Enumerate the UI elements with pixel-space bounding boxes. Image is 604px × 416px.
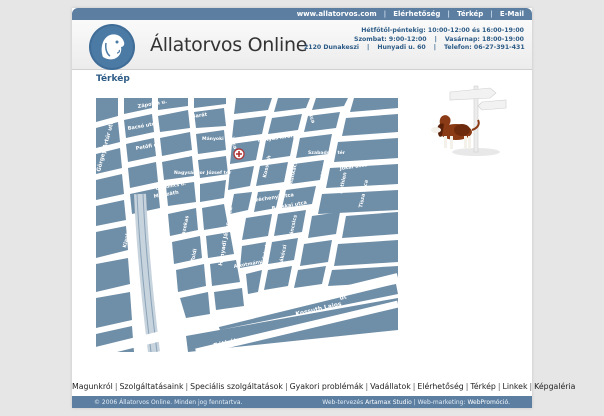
street-label: Mányoki Ádám tér bbox=[202, 135, 250, 142]
copyright: © 2006 Állatorvos Online. Minden jog fen… bbox=[94, 398, 243, 406]
page-container: www.allatorvos.com | Elérhetőség | Térké… bbox=[72, 8, 576, 408]
dog-signpost-illustration-icon bbox=[431, 85, 507, 156]
header: Állatorvos Online Hétfőtől-péntekig: 10:… bbox=[72, 20, 532, 70]
hours-saturday: Szombat: 9:00-12:00 bbox=[353, 35, 427, 43]
nav-link-email[interactable]: E-Mail bbox=[500, 10, 524, 18]
footer-link-map[interactable]: Térkép bbox=[470, 382, 495, 391]
nav-separator: | bbox=[490, 10, 493, 18]
nav-separator: | bbox=[383, 10, 387, 18]
street-label: Nagysándor József tér bbox=[174, 169, 232, 176]
contact-info: Hétfőtől-péntekig: 10:00-12:00 és 16:00-… bbox=[304, 27, 525, 53]
nav-link-map[interactable]: Térkép bbox=[457, 10, 483, 18]
nav-link-contact[interactable]: Elérhetőség bbox=[393, 10, 440, 18]
footer-navigation: Magunkról | Szolgáltatásaink | Speciális szo… bbox=[72, 382, 576, 391]
footer-link-wildlife[interactable]: Vadállatok bbox=[370, 382, 411, 391]
page-title: Térkép bbox=[96, 74, 130, 84]
credit-marketing-link[interactable]: WebPromóció. bbox=[467, 399, 510, 406]
hours-weekday: Hétfőtől-péntekig: 10:00-12:00 és 16:00-… bbox=[361, 27, 524, 34]
site-title: Állatorvos Online bbox=[150, 34, 308, 56]
address-phone: 2120 Dunakeszi | Hunyadi u. 60 | Telefon: 06… bbox=[304, 44, 525, 51]
footer-link-contact[interactable]: Elérhetőség bbox=[417, 382, 463, 391]
hours-weekend: Szombat: 9:00-12:00 | Vasárnap: 18:00-19:0… bbox=[353, 35, 524, 43]
domain-link[interactable]: www.allatorvos.com bbox=[297, 10, 377, 18]
hours-sunday: Vasárnap: 18:00-19:00 bbox=[444, 35, 524, 43]
footer-link-gallery[interactable]: Képgaléria bbox=[534, 382, 575, 391]
footer-link-about[interactable]: Magunkról bbox=[72, 382, 113, 391]
footer-bar: © 2006 Állatorvos Online. Minden jog fen… bbox=[72, 396, 532, 408]
footer-link-services[interactable]: Szolgáltatásaink bbox=[119, 382, 183, 391]
top-navigation: www.allatorvos.com | Elérhetőség | Térké… bbox=[72, 8, 532, 20]
credit-design-link[interactable]: Artamax Studio bbox=[365, 399, 412, 406]
credit-marketing-label: Web-marketing: bbox=[417, 398, 466, 406]
credit-design-label: Web-tervezés bbox=[322, 398, 364, 406]
footer-link-faq[interactable]: Gyakori problémák bbox=[290, 382, 364, 391]
address-city: 2120 Dunakeszi bbox=[304, 44, 360, 51]
footer-link-links[interactable]: Linkek bbox=[502, 382, 527, 391]
dog-head-logo-icon[interactable] bbox=[88, 23, 136, 71]
credits: Web-tervezés Artamax Studio | Web-market… bbox=[322, 398, 510, 406]
footer-link-special-services[interactable]: Speciális szolgáltatások bbox=[190, 382, 283, 391]
street-label: Szabadság tér bbox=[308, 149, 346, 156]
nav-separator: | bbox=[447, 10, 450, 18]
address-street: Hunyadi u. 60 bbox=[377, 44, 426, 51]
phone-number: Telefon: 06-27-391-431 bbox=[444, 44, 525, 51]
street-map[interactable]: Zápolya u. Barát Bacsó utca Mányoki Ádám… bbox=[96, 98, 398, 352]
